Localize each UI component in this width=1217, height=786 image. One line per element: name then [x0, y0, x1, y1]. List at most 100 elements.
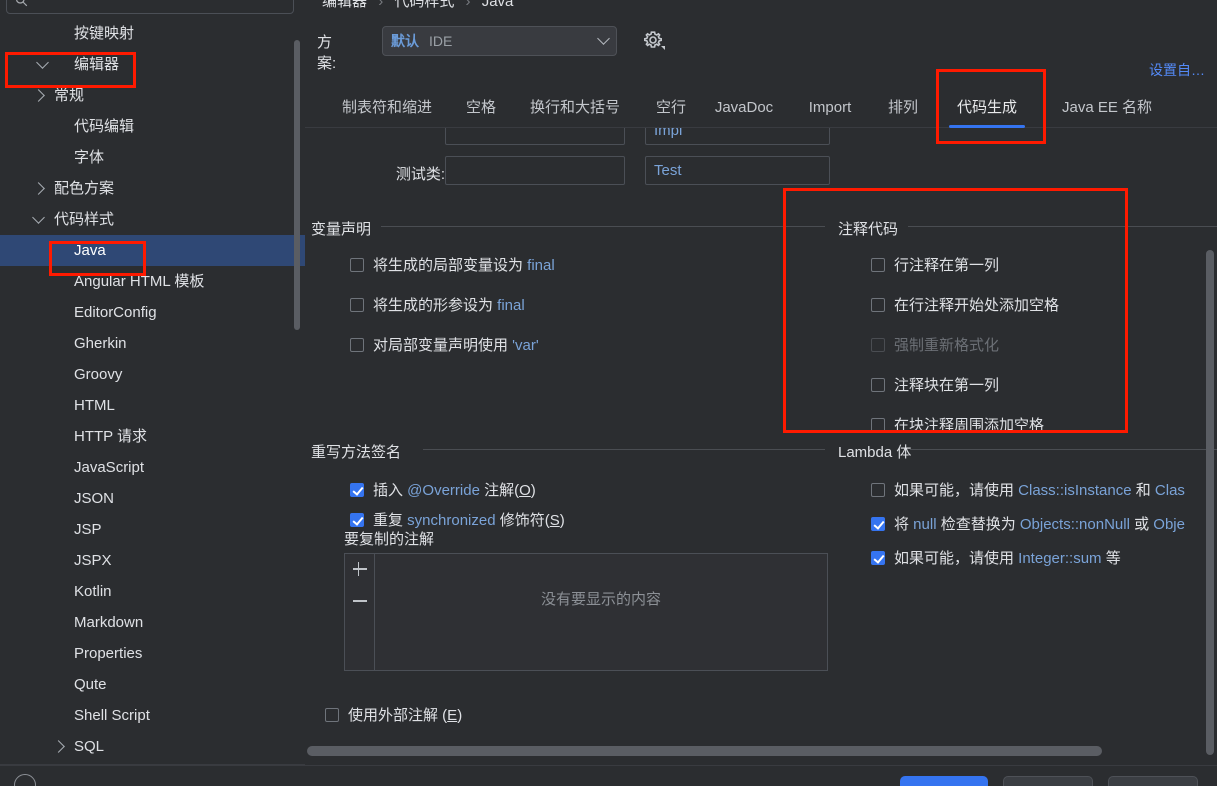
- override-signature-row-1[interactable]: 重复 synchronized 修饰符(S): [350, 509, 565, 530]
- label-segment: 检查替换为: [936, 516, 1020, 533]
- sidebar-item-12[interactable]: HTML: [0, 390, 305, 421]
- tab-3[interactable]: 空行: [645, 90, 697, 128]
- variable-declaration-row-0[interactable]: 将生成的局部变量设为 final: [350, 254, 555, 275]
- tab-1[interactable]: 空格: [455, 90, 507, 128]
- sidebar-item-19[interactable]: Markdown: [0, 607, 305, 638]
- sidebar-item-2[interactable]: 常规: [0, 80, 305, 111]
- sidebar-item-6[interactable]: 代码样式: [0, 204, 305, 235]
- comment-code-row-1[interactable]: 在行注释开始处添加空格: [871, 294, 1059, 315]
- tab-7[interactable]: 代码生成: [939, 90, 1035, 128]
- configure-link[interactable]: 设置自…: [1149, 60, 1205, 80]
- sidebar-item-4[interactable]: 字体: [0, 142, 305, 173]
- sidebar-item-14[interactable]: JavaScript: [0, 452, 305, 483]
- chevron-glyph: [35, 56, 49, 69]
- search-input[interactable]: [6, 0, 294, 14]
- variable-declaration-row-1[interactable]: 将生成的形参设为 final: [350, 294, 525, 315]
- sidebar-item-0[interactable]: 按键映射: [0, 18, 305, 49]
- lambda-body-checkbox-0[interactable]: [871, 482, 885, 497]
- sidebar-scrollbar[interactable]: [294, 40, 300, 330]
- external-annotations-row[interactable]: 使用外部注解 (E): [325, 704, 462, 725]
- override-signature-checkbox-1[interactable]: [350, 512, 364, 527]
- sidebar-item-7[interactable]: Java: [0, 235, 305, 266]
- label-segment: 等: [1101, 550, 1121, 567]
- sidebar-item-5[interactable]: 配色方案: [0, 173, 305, 204]
- label-segment: Class::isInstance: [1018, 482, 1132, 499]
- tab-4[interactable]: JavaDoc: [705, 90, 783, 128]
- comment-code-checkbox-4[interactable]: [871, 417, 885, 432]
- tab-5[interactable]: Import: [797, 90, 863, 128]
- sidebar-item-16[interactable]: JSP: [0, 514, 305, 545]
- chevron-right-icon[interactable]: [50, 731, 66, 762]
- test-class-prefix-input[interactable]: [445, 156, 625, 185]
- ok-button[interactable]: [900, 776, 988, 786]
- sidebar-item-11[interactable]: Groovy: [0, 359, 305, 390]
- scheme-settings-button[interactable]: [642, 29, 666, 53]
- sidebar-item-1[interactable]: 编辑器: [0, 49, 305, 80]
- variable-declaration-checkbox-1[interactable]: [350, 297, 364, 312]
- annotations-to-copy-list[interactable]: 没有要显示的内容: [344, 553, 828, 671]
- tab-6[interactable]: 排列: [877, 90, 929, 128]
- chevron-right-icon[interactable]: [30, 173, 46, 204]
- comment-code-row-4[interactable]: 在块注释周围添加空格: [871, 414, 1044, 435]
- label-segment: 插入: [373, 482, 408, 499]
- breadcrumb-part-2[interactable]: 代码样式: [394, 0, 454, 10]
- apply-button[interactable]: [1108, 776, 1198, 786]
- variable-declaration-rule: [381, 226, 825, 227]
- breadcrumb-part-1[interactable]: 编辑器: [322, 0, 367, 10]
- variable-declaration-checkbox-0[interactable]: [350, 257, 364, 272]
- chevron-right-icon[interactable]: [30, 80, 46, 111]
- lambda-body-row-1[interactable]: 将 null 检查替换为 Objects::nonNull 或 Obje: [871, 513, 1185, 534]
- test-class-suffix-input[interactable]: Test: [645, 156, 830, 185]
- class-suffix-input-right[interactable]: Impl: [645, 128, 830, 145]
- sidebar-item-label: JavaScript: [74, 459, 145, 476]
- tab-2[interactable]: 换行和大括号: [515, 90, 635, 128]
- variable-declaration-checkbox-2[interactable]: [350, 337, 364, 352]
- comment-code-row-0[interactable]: 行注释在第一列: [871, 254, 999, 275]
- lambda-body-checkbox-1[interactable]: [871, 516, 885, 531]
- lambda-body-row-0[interactable]: 如果可能，请使用 Class::isInstance 和 Clas: [871, 479, 1185, 500]
- class-prefix-input-left[interactable]: [445, 128, 625, 145]
- sidebar-item-9[interactable]: EditorConfig: [0, 297, 305, 328]
- sidebar-item-17[interactable]: JSPX: [0, 545, 305, 576]
- content-horizontal-scrollbar[interactable]: [307, 746, 1102, 756]
- comment-code-checkbox-3[interactable]: [871, 377, 885, 392]
- tab-0[interactable]: 制表符和缩进: [327, 90, 447, 128]
- override-signature-checkbox-0[interactable]: [350, 482, 364, 497]
- chevron-down-icon[interactable]: [30, 204, 46, 235]
- sidebar-item-label: 代码样式: [54, 211, 115, 228]
- comment-code-row-3[interactable]: 注释块在第一列: [871, 374, 999, 395]
- variable-declaration-group-title: 变量声明: [311, 221, 372, 238]
- sidebar-item-3[interactable]: 代码编辑: [0, 111, 305, 142]
- sidebar-item-18[interactable]: Kotlin: [0, 576, 305, 607]
- sidebar-item-10[interactable]: Gherkin: [0, 328, 305, 359]
- sidebar-item-15[interactable]: JSON: [0, 483, 305, 514]
- list-empty-message: 没有要显示的内容: [540, 591, 661, 608]
- chevron-down-icon: [597, 32, 610, 45]
- minus-icon[interactable]: [351, 592, 369, 610]
- variable-declaration-row-2[interactable]: 对局部变量声明使用 'var': [350, 334, 539, 355]
- comment-code-checkbox-0[interactable]: [871, 257, 885, 272]
- chevron-glyph: [31, 89, 45, 102]
- content-vertical-scrollbar[interactable]: [1206, 250, 1214, 755]
- sidebar-item-13[interactable]: HTTP 请求: [0, 421, 305, 452]
- lambda-body-row-2[interactable]: 如果可能，请使用 Integer::sum 等: [871, 547, 1121, 568]
- external-annotations-checkbox[interactable]: [325, 707, 339, 722]
- sidebar-item-label: Markdown: [74, 614, 144, 631]
- sidebar-item-20[interactable]: Properties: [0, 638, 305, 669]
- comment-code-row-2: 强制重新格式化: [871, 334, 999, 355]
- sidebar-item-label: Java: [74, 242, 106, 259]
- plus-icon[interactable]: [351, 560, 369, 578]
- label-segment: 注释块在第一列: [894, 377, 1000, 394]
- cancel-button[interactable]: [1003, 776, 1093, 786]
- sidebar-item-8[interactable]: Angular HTML 模板: [0, 266, 305, 297]
- override-signature-row-0[interactable]: 插入 @Override 注解(O): [350, 479, 536, 500]
- lambda-body-checkbox-2[interactable]: [871, 550, 885, 565]
- sidebar-item-22[interactable]: Shell Script: [0, 700, 305, 731]
- comment-code-checkbox-1[interactable]: [871, 297, 885, 312]
- sidebar-item-label: Shell Script: [74, 707, 150, 724]
- sidebar-item-21[interactable]: Qute: [0, 669, 305, 700]
- sidebar-item-23[interactable]: SQL: [0, 731, 305, 762]
- tab-8[interactable]: Java EE 名称: [1047, 90, 1167, 128]
- scheme-select[interactable]: 默认 IDE: [382, 26, 617, 56]
- chevron-down-icon[interactable]: [34, 49, 50, 80]
